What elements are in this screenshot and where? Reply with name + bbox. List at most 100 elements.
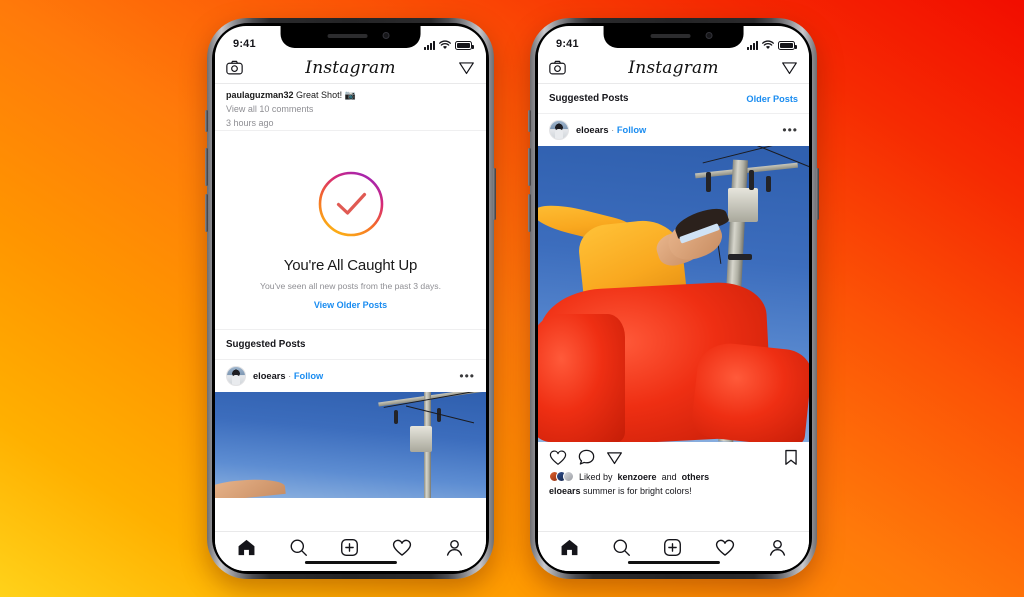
- caught-up-subtitle: You've seen all new posts from the past …: [260, 281, 441, 292]
- instagram-logo: Instagram: [305, 57, 396, 78]
- paper-plane-icon[interactable]: [606, 449, 623, 466]
- right-phone-power-button[interactable]: [816, 168, 819, 220]
- previous-post-tail: paulaguzman32 Great Shot! 📷 View all 10 …: [215, 84, 486, 131]
- check-circle-gradient-icon: [316, 169, 386, 239]
- status-time: 9:41: [556, 38, 579, 50]
- paper-plane-icon[interactable]: [781, 59, 798, 76]
- liked-others[interactable]: others: [682, 472, 710, 482]
- left-phone-power-button[interactable]: [493, 168, 496, 220]
- left-phone-volume-down[interactable]: [205, 194, 208, 232]
- signal-bars-icon: [424, 41, 435, 50]
- bookmark-icon[interactable]: [784, 449, 798, 466]
- plus-square-icon[interactable]: [663, 538, 682, 557]
- photo-pole-clamp: [727, 254, 752, 260]
- right-suggested-posts-header: Suggested Posts Older Posts: [538, 84, 809, 113]
- post-action-bar: [538, 442, 809, 470]
- photo-insulator-a: [393, 410, 398, 425]
- more-options-icon[interactable]: •••: [782, 124, 798, 136]
- right-tab-bar: [538, 531, 809, 571]
- screenshot-canvas: 9:41 Instagram paulaguzman32 Great Shot!…: [0, 0, 1024, 597]
- caught-up-title: You're All Caught Up: [283, 257, 418, 275]
- camera-icon[interactable]: [226, 60, 243, 75]
- heart-icon[interactable]: [392, 538, 412, 557]
- caption-text: summer is for bright colors!: [583, 486, 692, 496]
- right-phone-volume-down[interactable]: [528, 194, 531, 232]
- home-icon-filled[interactable]: [237, 538, 256, 557]
- right-app-header: Instagram: [538, 52, 809, 84]
- user-avatar[interactable]: [549, 120, 569, 140]
- previous-post-username[interactable]: paulaguzman32: [226, 90, 294, 100]
- instagram-logo: Instagram: [628, 57, 719, 78]
- view-all-comments-link[interactable]: View all 10 comments: [215, 102, 486, 116]
- post-caption: eloears summer is for bright colors!: [538, 482, 809, 504]
- follow-button[interactable]: Follow: [617, 125, 646, 135]
- post-author-line: eloears · Follow: [576, 125, 646, 135]
- left-suggested-post-header: eloears · Follow •••: [215, 360, 486, 393]
- photo-red-leg: [690, 340, 809, 442]
- search-icon[interactable]: [612, 538, 631, 557]
- view-older-posts-link[interactable]: View Older Posts: [314, 300, 387, 310]
- more-options-icon[interactable]: •••: [459, 370, 475, 382]
- left-app-header: Instagram: [215, 52, 486, 84]
- wifi-icon: [762, 40, 774, 50]
- previous-post-timestamp: 3 hours ago: [226, 118, 274, 129]
- status-time: 9:41: [233, 38, 256, 50]
- photo-red-sleeve: [538, 314, 625, 442]
- follow-button[interactable]: Follow: [294, 371, 323, 381]
- front-camera-icon: [705, 32, 713, 39]
- right-phone-mute-switch[interactable]: [528, 110, 531, 132]
- caught-up-card: You're All Caught Up You've seen all new…: [215, 131, 486, 330]
- comment-bubble-icon[interactable]: [578, 449, 595, 466]
- suggested-posts-heading: Suggested Posts: [226, 339, 306, 351]
- liker-avatars: [549, 471, 574, 482]
- left-tab-bar: [215, 531, 486, 571]
- battery-full-icon: [778, 41, 797, 50]
- camera-emoji-icon: 📷: [344, 90, 356, 100]
- front-camera-icon: [382, 32, 390, 39]
- left-phone: 9:41 Instagram paulaguzman32 Great Shot!…: [205, 18, 496, 579]
- previous-post-comment: paulaguzman32 Great Shot! 📷: [215, 84, 486, 102]
- photo-transformer: [727, 188, 758, 222]
- left-home-indicator[interactable]: [304, 560, 397, 564]
- user-avatar[interactable]: [226, 366, 246, 387]
- post-username[interactable]: eloears: [576, 125, 609, 135]
- signal-bars-icon: [747, 41, 758, 50]
- left-phone-mute-switch[interactable]: [205, 110, 208, 132]
- right-phone-screen: 9:41 Instagram Suggested Posts Older Pos…: [538, 26, 809, 571]
- post-username[interactable]: eloears: [253, 371, 286, 381]
- liked-prefix: Liked by: [579, 471, 613, 482]
- left-phone-screen: 9:41 Instagram paulaguzman32 Great Shot!…: [215, 26, 486, 571]
- left-phone-notch: [280, 26, 421, 48]
- suggested-posts-heading: Suggested Posts: [549, 93, 629, 104]
- author-separator: ·: [288, 371, 292, 382]
- camera-icon[interactable]: [549, 60, 566, 75]
- left-phone-volume-up[interactable]: [205, 148, 208, 186]
- right-post-photo[interactable]: [538, 146, 809, 442]
- left-post-photo[interactable]: [215, 392, 486, 499]
- photo-insulator-c: [765, 176, 771, 192]
- heart-icon[interactable]: [715, 538, 735, 557]
- heart-icon[interactable]: [549, 449, 567, 466]
- author-separator: ·: [611, 125, 615, 135]
- photo-transformer: [410, 426, 433, 453]
- plus-square-icon[interactable]: [340, 538, 359, 557]
- right-phone-volume-up[interactable]: [528, 148, 531, 186]
- right-home-indicator[interactable]: [627, 560, 720, 564]
- earpiece-speaker-icon: [650, 34, 691, 38]
- caption-username[interactable]: eloears: [549, 486, 581, 496]
- liked-by-row: Liked by kenzoere and others: [538, 470, 809, 482]
- left-suggested-posts-header: Suggested Posts: [215, 330, 486, 359]
- earpiece-speaker-icon: [327, 34, 368, 38]
- home-icon-filled[interactable]: [560, 538, 579, 557]
- person-icon[interactable]: [768, 538, 787, 557]
- liked-mid: and: [661, 471, 677, 482]
- post-author-line: eloears · Follow: [253, 371, 323, 381]
- liked-username[interactable]: kenzoere: [618, 472, 657, 482]
- paper-plane-icon[interactable]: [458, 59, 475, 76]
- person-icon[interactable]: [445, 538, 464, 557]
- search-icon[interactable]: [289, 538, 308, 557]
- photo-insulator-b: [749, 170, 755, 190]
- older-posts-link[interactable]: Older Posts: [746, 94, 798, 104]
- liker-avatar-3: [563, 471, 574, 482]
- right-phone: 9:41 Instagram Suggested Posts Older Pos…: [528, 18, 819, 579]
